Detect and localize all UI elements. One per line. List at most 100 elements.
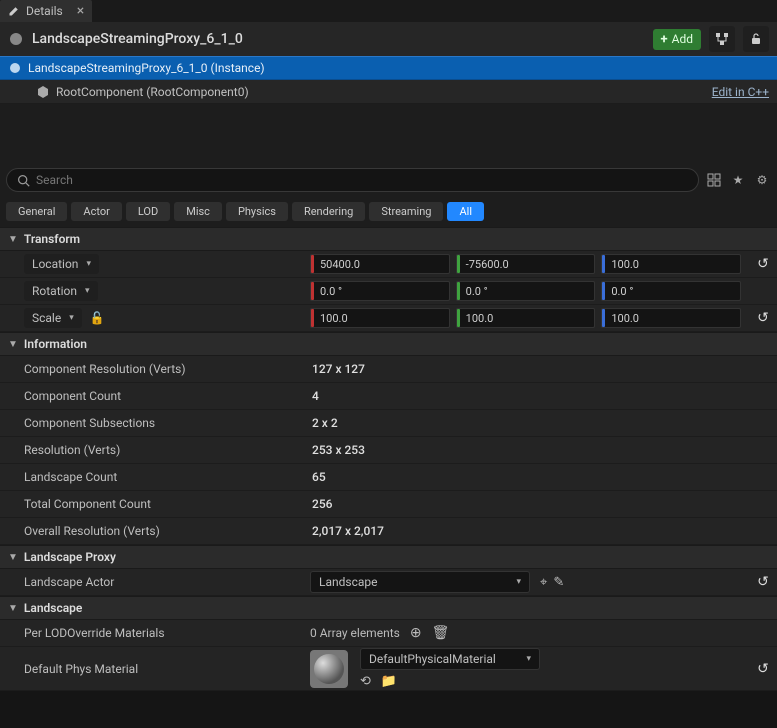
row-default-phys-mat: Default Phys Material DefaultPhysicalMat… [0, 647, 777, 691]
array-count: 0 Array elements [310, 626, 400, 640]
chip-actor[interactable]: Actor [71, 202, 121, 221]
object-header: LandscapeStreamingProxy_6_1_0 + Add [0, 22, 777, 56]
phys-mat-value: DefaultPhysicalMaterial [369, 652, 496, 666]
lock-icon[interactable] [743, 26, 769, 52]
add-element-icon[interactable]: ⊕ [410, 625, 422, 641]
section-transform[interactable]: ▼ Transform [0, 227, 777, 251]
edit-cpp-link[interactable]: Edit in C++ [712, 85, 777, 99]
rotation-y[interactable]: 0.0 ° [456, 281, 596, 301]
collapse-icon: ▼ [8, 552, 18, 563]
prop-value: 253 x 253 [310, 443, 365, 457]
section-title: Information [24, 337, 87, 351]
prop-value: 4 [310, 389, 319, 403]
prop-value: 2 x 2 [310, 416, 338, 430]
rotation-z[interactable]: 0.0 ° [601, 281, 741, 301]
row-landscape-actor: Landscape Actor Landscape ▾ ⌖ ✎ ↺ [0, 569, 777, 596]
reset-icon[interactable]: ↺ [757, 574, 769, 590]
chevron-down-icon: ▾ [69, 313, 74, 323]
use-selected-icon[interactable]: ⟲ [360, 674, 371, 689]
instance-header[interactable]: LandscapeStreamingProxy_6_1_0 (Instance) [0, 56, 777, 80]
prop-value: 2,017 x 2,017 [310, 524, 384, 538]
prop-label: Resolution (Verts) [24, 443, 120, 457]
prop-value: 65 [310, 470, 326, 484]
row-location: Location ▾ 50400.0 -75600.0 100.0 ↺ [0, 251, 777, 278]
chip-lod[interactable]: LOD [126, 202, 170, 221]
scale-y[interactable]: 100.0 [456, 308, 596, 328]
grid-icon[interactable] [705, 171, 723, 189]
rotation-label: Rotation [32, 284, 77, 298]
settings-icon[interactable]: ⚙ [753, 171, 771, 189]
prop-value: 256 [310, 497, 332, 511]
hierarchy-icon[interactable] [709, 26, 735, 52]
edit-icon [8, 5, 20, 17]
search-input[interactable] [36, 173, 688, 187]
root-component-row[interactable]: RootComponent (RootComponent0) Edit in C… [0, 80, 777, 104]
browse-asset-icon[interactable]: 📁 [381, 674, 397, 689]
location-mode-dropdown[interactable]: Location ▾ [24, 254, 99, 274]
phys-mat-dropdown[interactable]: DefaultPhysicalMaterial ▾ [360, 648, 540, 670]
prop-label: Default Phys Material [24, 662, 138, 676]
reset-icon[interactable]: ↺ [757, 310, 769, 326]
search-row: ★ ⚙ [0, 162, 777, 198]
location-y[interactable]: -75600.0 [456, 254, 596, 274]
plus-icon: + [661, 32, 668, 47]
scale-z[interactable]: 100.0 [601, 308, 741, 328]
pick-icon[interactable]: ⌖ [540, 575, 547, 590]
row-scale: Scale ▾ 🔓 100.0 100.0 100.0 ↺ [0, 305, 777, 332]
collapse-icon: ▼ [8, 603, 18, 614]
scale-label: Scale [32, 311, 61, 325]
section-information[interactable]: ▼ Information [0, 332, 777, 356]
scale-x[interactable]: 100.0 [310, 308, 450, 328]
chip-misc[interactable]: Misc [174, 202, 222, 221]
chip-rendering[interactable]: Rendering [292, 202, 365, 221]
instance-label: LandscapeStreamingProxy_6_1_0 (Instance) [28, 61, 265, 75]
tab-title: Details [26, 4, 63, 18]
section-landscape[interactable]: ▼ Landscape [0, 596, 777, 620]
chip-general[interactable]: General [6, 202, 67, 221]
close-icon[interactable]: × [77, 3, 84, 19]
tab-details[interactable]: Details × [0, 0, 92, 22]
chip-streaming[interactable]: Streaming [369, 202, 443, 221]
location-x[interactable]: 50400.0 [310, 254, 450, 274]
chevron-down-icon: ▾ [526, 654, 531, 664]
scale-mode-dropdown[interactable]: Scale ▾ [24, 308, 82, 328]
row-land-count: Landscape Count 65 [0, 464, 777, 491]
row-total-comp: Total Component Count 256 [0, 491, 777, 518]
location-z[interactable]: 100.0 [601, 254, 741, 274]
prop-label: Per LODOverride Materials [24, 626, 165, 640]
scale-lock-icon[interactable]: 🔓 [90, 311, 105, 325]
row-comp-count: Component Count 4 [0, 383, 777, 410]
add-button[interactable]: + Add [653, 29, 701, 50]
component-icon [36, 85, 50, 99]
component-label: RootComponent (RootComponent0) [56, 85, 249, 99]
landscape-actor-dropdown[interactable]: Landscape ▾ [310, 571, 530, 593]
collapse-icon: ▼ [8, 339, 18, 350]
reset-icon[interactable]: ↺ [757, 256, 769, 272]
material-thumbnail[interactable] [310, 650, 348, 688]
row-res: Resolution (Verts) 253 x 253 [0, 437, 777, 464]
section-title: Transform [24, 232, 80, 246]
chip-physics[interactable]: Physics [226, 202, 288, 221]
chevron-down-icon: ▾ [85, 286, 90, 296]
row-comp-sub: Component Subsections 2 x 2 [0, 410, 777, 437]
prop-label: Landscape Count [24, 470, 117, 484]
clear-array-icon[interactable]: 🗑 [432, 625, 450, 641]
actor-icon [8, 31, 24, 47]
row-overall-res: Overall Resolution (Verts) 2,017 x 2,017 [0, 518, 777, 545]
prop-label: Total Component Count [24, 497, 151, 511]
rotation-x[interactable]: 0.0 ° [310, 281, 450, 301]
section-title: Landscape Proxy [24, 550, 116, 564]
add-label: Add [672, 32, 693, 46]
star-icon[interactable]: ★ [729, 171, 747, 189]
filter-chips: General Actor LOD Misc Physics Rendering… [0, 198, 777, 227]
chevron-down-icon: ▾ [86, 259, 91, 269]
chip-all[interactable]: All [447, 202, 484, 221]
section-landscape-proxy[interactable]: ▼ Landscape Proxy [0, 545, 777, 569]
reset-icon[interactable]: ↺ [757, 661, 769, 677]
rotation-mode-dropdown[interactable]: Rotation ▾ [24, 281, 98, 301]
chevron-down-icon: ▾ [516, 577, 521, 587]
prop-label: Overall Resolution (Verts) [24, 524, 160, 538]
location-label: Location [32, 257, 78, 271]
search-box[interactable] [6, 168, 699, 192]
browse-icon[interactable]: ✎ [553, 575, 564, 590]
